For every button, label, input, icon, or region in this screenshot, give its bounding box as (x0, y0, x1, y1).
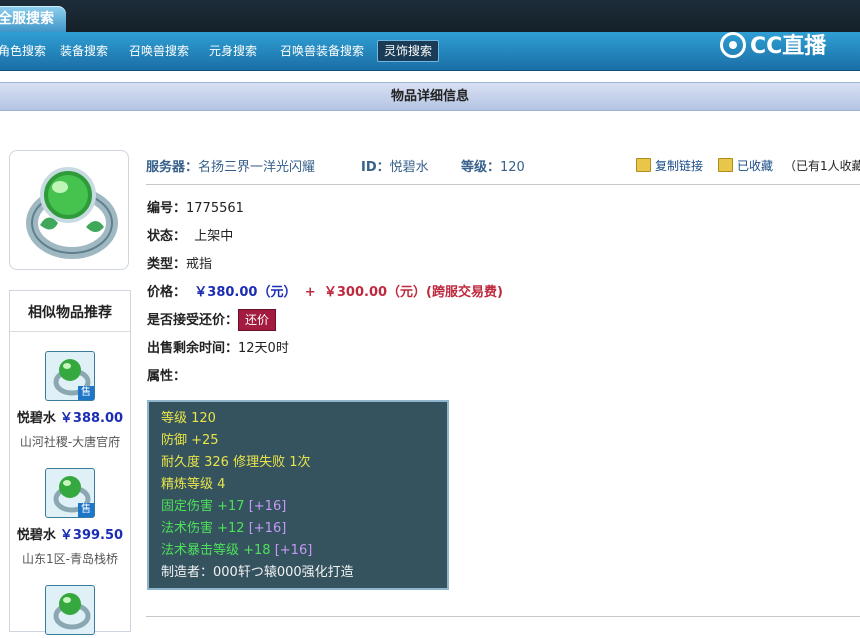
detail-title: 物品详细信息 (0, 82, 860, 111)
attr-text: 固定伤害 +17 (161, 499, 245, 514)
type-label: 类型： (147, 257, 187, 272)
on-sale-badge: 售 (78, 386, 94, 400)
tab-all-server-search[interactable]: 全服搜索 (0, 6, 66, 32)
attr-text: 法术暴击等级 +18 (161, 543, 271, 558)
nav-summon-equip-search[interactable]: 召唤兽装备搜索 (280, 41, 364, 61)
status-row: 状态： 上架中 (147, 225, 233, 244)
remaining-time-value: 12天0时 (238, 341, 289, 356)
nav-summon-search[interactable]: 召唤兽搜索 (129, 41, 189, 61)
attr-magic-crit: 法术暴击等级 +18 [+16] (161, 540, 435, 562)
logo-text: CC直播 (750, 34, 827, 59)
similar-item-server: 山东1区-青岛栈桥 (22, 552, 118, 566)
level-label: 等级： (461, 160, 501, 175)
remaining-time-row: 出售剩余时间：12天0时 (147, 337, 289, 356)
type-value: 戒指 (186, 257, 213, 272)
cc-live-logo: CC直播 (720, 30, 835, 64)
price-row: 价格： ￥380.00（元） + ￥300.00（元）(跨服交易费) (147, 281, 503, 300)
nav-equipment-search[interactable]: 装备搜索 (60, 41, 108, 61)
attr-refine-level: 精炼等级 4 (161, 474, 435, 496)
serial-row: 编号：1775561 (147, 197, 244, 216)
copy-link-button[interactable]: 复制链接 (636, 157, 703, 174)
nav-role-search[interactable]: 角色搜索 (0, 41, 46, 61)
bargain-button[interactable]: 还价 (238, 309, 277, 331)
attr-text: 耐久度 326 修理失败 1次 (161, 455, 311, 470)
similar-item-thumbnail[interactable]: 售 (45, 468, 95, 518)
id-value: 悦碧水 (389, 160, 429, 175)
serial-label: 编号： (147, 201, 187, 216)
collect-count: （已有1人收藏 (784, 159, 860, 173)
server-info: 服务器：名扬三界一洋光闪耀 (146, 156, 315, 175)
attr-bonus: [+16] (248, 521, 287, 536)
nav-lingshi-search[interactable]: 灵饰搜索 (377, 40, 440, 62)
id-info: ID：悦碧水 (361, 156, 429, 175)
similar-item-1[interactable]: 售 悦碧水 ￥388.00 山河社稷-大唐官府 (10, 351, 130, 450)
similar-items-panel: 相似物品推荐 售 悦碧水 ￥388.00 山河社稷-大唐官府 售 悦碧水 ￥399.… (9, 290, 131, 635)
attr-magic-damage: 法术伤害 +12 [+16] (161, 518, 435, 540)
serial-value: 1775561 (186, 201, 244, 216)
attr-text: 制造者：000轩つ辕000强化打造 (161, 565, 354, 580)
price-plus: + (304, 285, 316, 300)
similar-item-server: 山河社稷-大唐官府 (19, 435, 121, 449)
attributes-label: 属性： (147, 369, 187, 384)
similar-item-name: 悦碧水 (16, 411, 56, 426)
server-value: 名扬三界一洋光闪耀 (198, 160, 316, 175)
similar-item-2[interactable]: 售 悦碧水 ￥399.50 山东1区-青岛栈桥 (10, 468, 130, 567)
divider (146, 616, 860, 617)
similar-item-price: ￥399.50 (59, 528, 124, 543)
collected-label: 已收藏 (737, 159, 774, 173)
similar-item-3[interactable] (10, 585, 130, 635)
copy-link-label: 复制链接 (655, 159, 704, 173)
similar-item-name-price: 悦碧水 ￥399.50 (10, 524, 130, 543)
attr-bonus: [+16] (274, 543, 313, 558)
status-label: 状态： (147, 229, 187, 244)
attr-level: 等级 120 (161, 408, 435, 430)
similar-item-name: 悦碧水 (16, 528, 56, 543)
attributes-row: 属性： (147, 365, 186, 384)
server-label: 服务器： (146, 160, 199, 175)
attributes-box: 等级 120 防御 +25 耐久度 326 修理失败 1次 精炼等级 4 固定伤… (147, 400, 449, 590)
bargain-row: 是否接受还价： 还价 (147, 309, 277, 331)
level-value: 120 (500, 160, 525, 175)
type-row: 类型：戒指 (147, 253, 212, 272)
jade-ring-icon (26, 167, 118, 259)
status-value: 上架中 (194, 229, 234, 244)
attr-text: 等级 120 (161, 411, 216, 426)
attr-fixed-damage: 固定伤害 +17 [+16] (161, 496, 435, 518)
jade-ring-icon (53, 593, 91, 630)
attr-bonus: [+16] (248, 499, 287, 514)
attr-durability: 耐久度 326 修理失败 1次 (161, 452, 435, 474)
similar-item-thumbnail[interactable] (45, 585, 95, 635)
attr-text: 精炼等级 4 (161, 477, 226, 492)
id-label: ID： (361, 160, 390, 175)
attr-text: 防御 +25 (161, 433, 219, 448)
cross-server-fee: ￥300.00（元）(跨服交易费) (323, 285, 503, 300)
price-label: 价格： (147, 285, 187, 300)
collect-icon (718, 158, 733, 172)
attr-text: 法术伤害 +12 (161, 521, 245, 536)
price-value: ￥380.00（元） (194, 285, 297, 300)
bargain-label: 是否接受还价： (147, 313, 239, 328)
nav-yuanshen-search[interactable]: 元身搜索 (209, 41, 257, 61)
on-sale-badge: 售 (78, 503, 94, 517)
top-band (0, 0, 860, 32)
item-info-bar: 服务器：名扬三界一洋光闪耀 ID：悦碧水 等级：120 复制链接 已收藏 （已有… (146, 150, 860, 185)
attr-maker: 制造者：000轩つ辕000强化打造 (161, 562, 435, 584)
similar-items-title: 相似物品推荐 (10, 291, 130, 332)
collected-button[interactable]: 已收藏 (718, 157, 773, 174)
copy-link-icon (636, 158, 651, 172)
level-info: 等级：120 (461, 156, 525, 175)
item-image (9, 150, 129, 270)
attr-defense: 防御 +25 (161, 430, 435, 452)
similar-item-name-price: 悦碧水 ￥388.00 (10, 407, 130, 426)
similar-item-price: ￥388.00 (59, 411, 124, 426)
cc-logo-icon (720, 32, 746, 58)
remaining-time-label: 出售剩余时间： (147, 341, 239, 356)
similar-item-thumbnail[interactable]: 售 (45, 351, 95, 401)
